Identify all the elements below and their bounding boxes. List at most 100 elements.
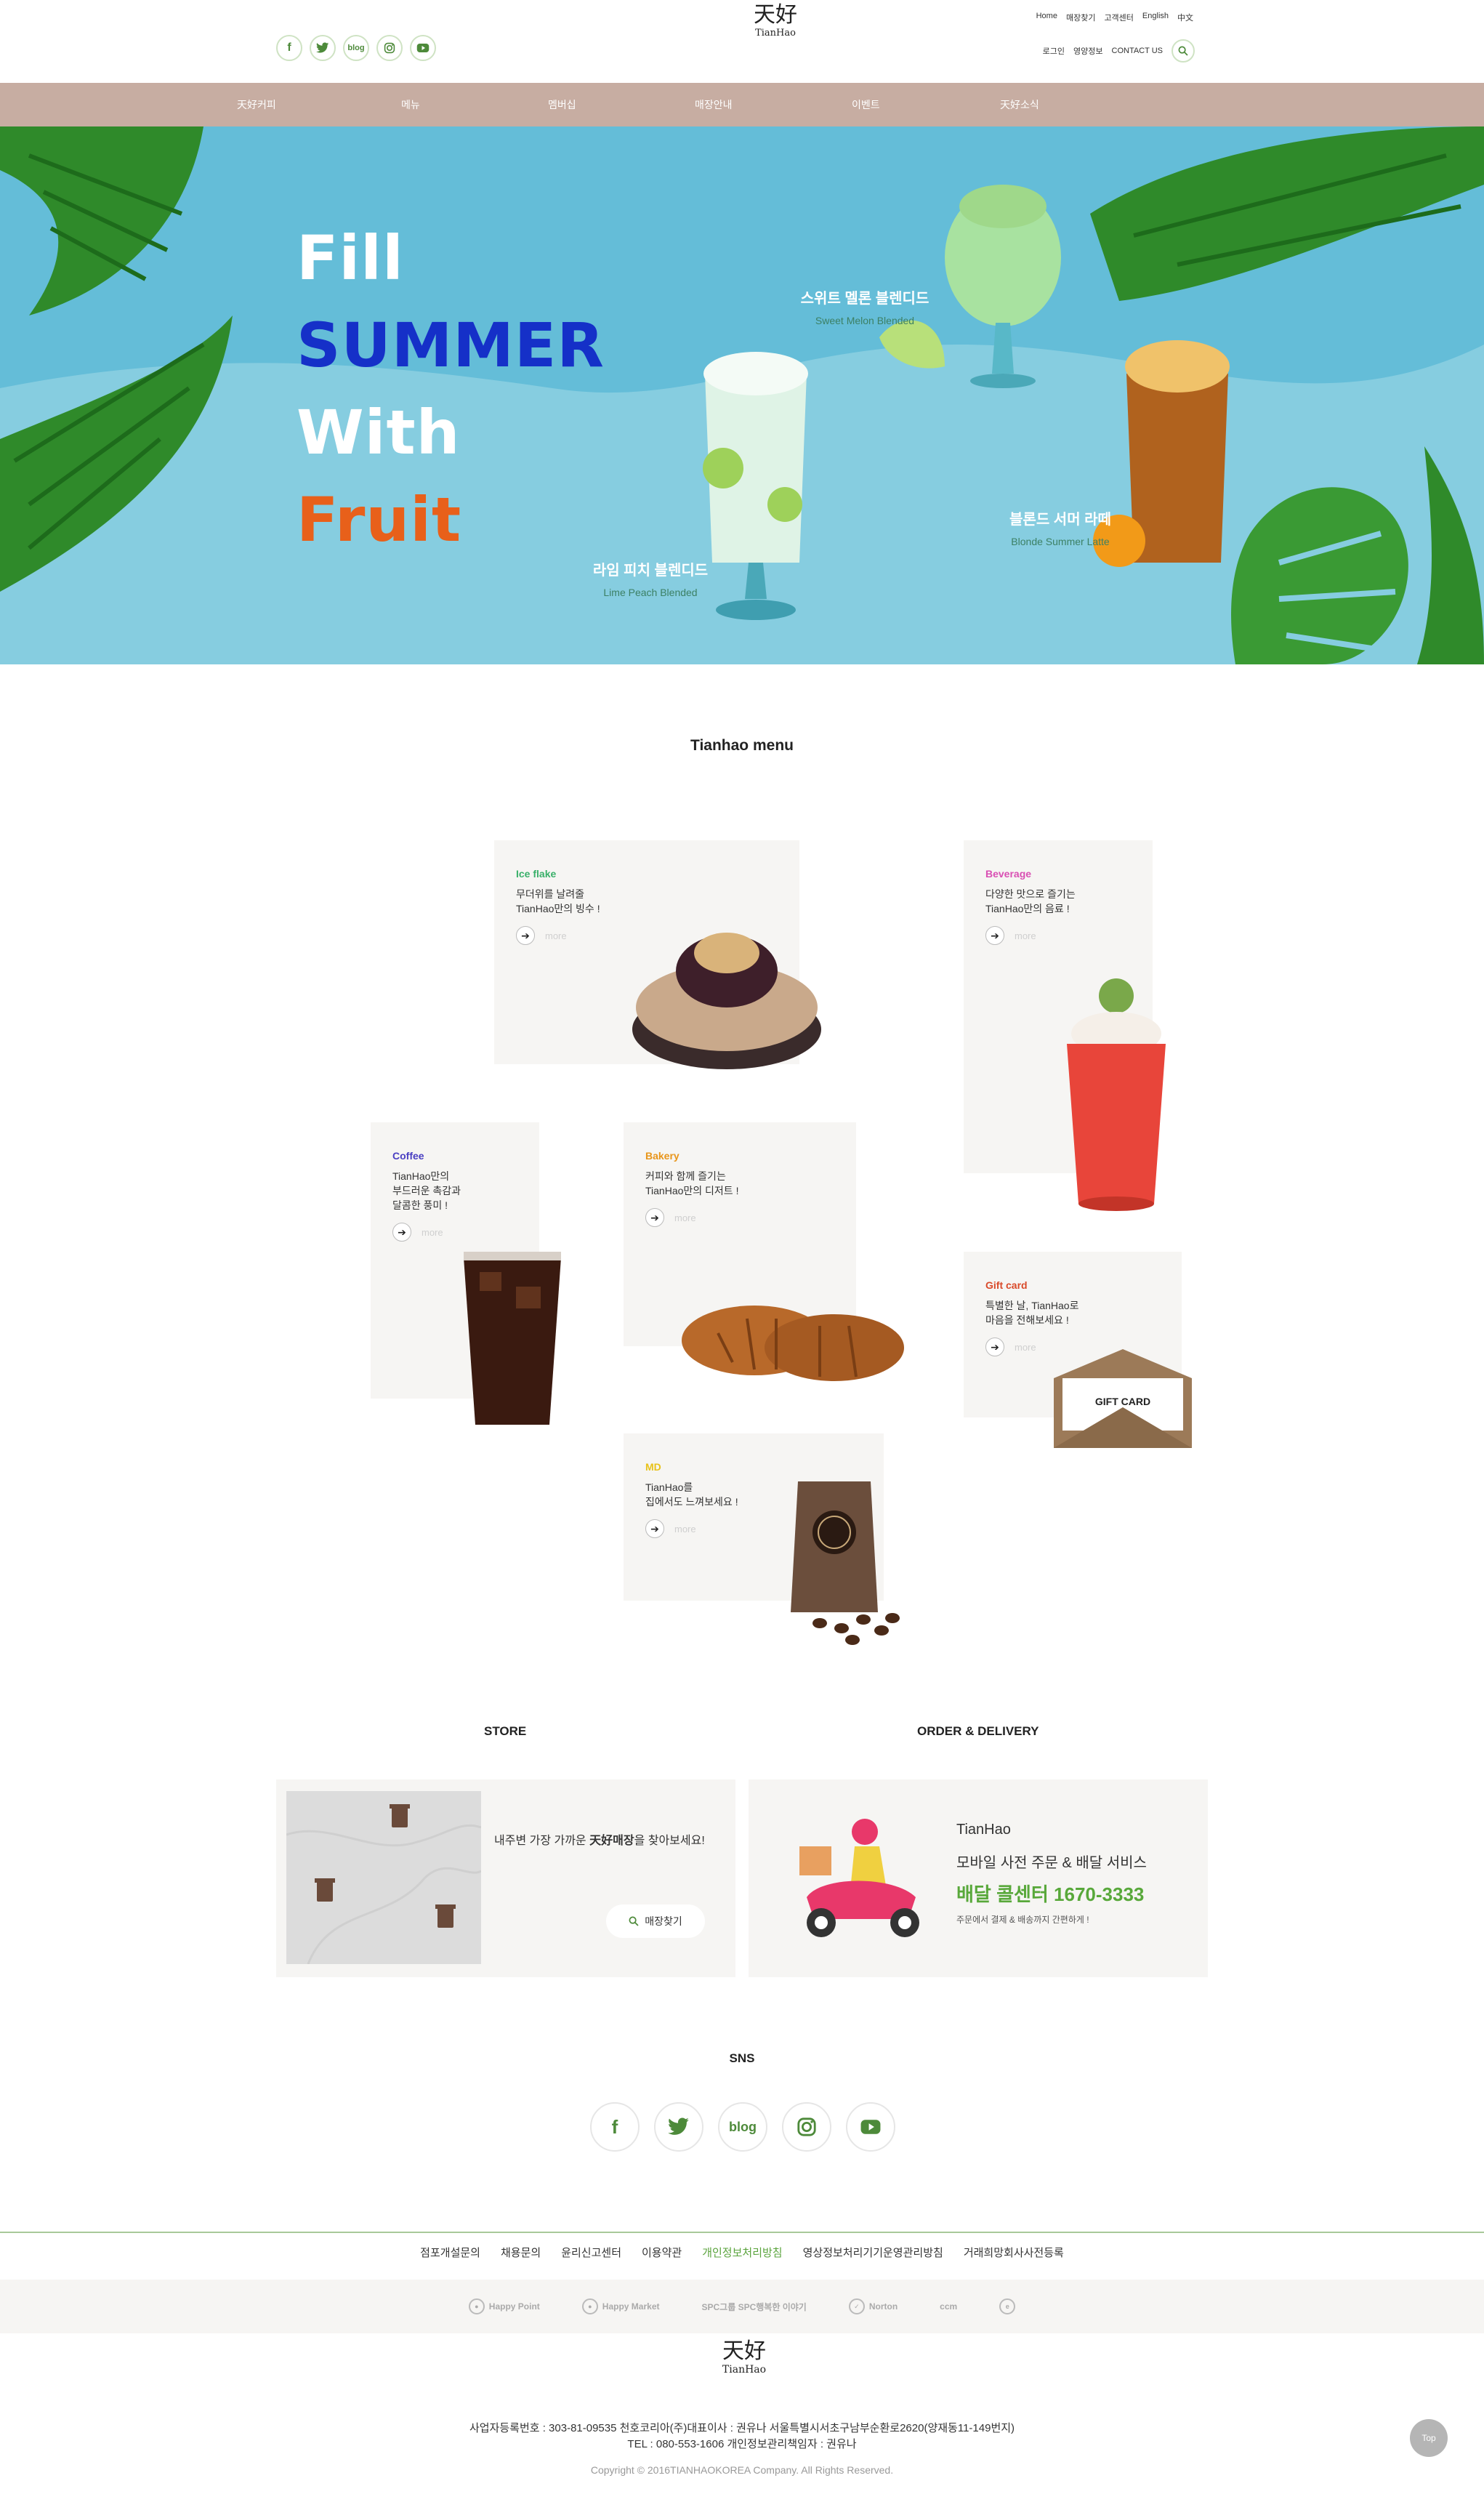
partner-logo[interactable]: ● Happy Point: [468, 2298, 540, 2314]
partner-logo[interactable]: SPC그룹 SPC행복한 이야기: [702, 2301, 807, 2313]
logo-name: TianHao: [722, 2364, 767, 2376]
delivery-scooter-image: [799, 1819, 919, 1937]
menu-card-md[interactable]: MD TianHao를 집에서도 느껴보세요 ! ➔ more: [624, 1433, 900, 1645]
blog-icon[interactable]: blog: [718, 2102, 767, 2152]
more-label: more: [674, 1523, 696, 1534]
facebook-icon[interactable]: f: [276, 35, 302, 61]
nav-item-news[interactable]: 天好소식: [1000, 83, 1039, 126]
instagram-icon[interactable]: [782, 2102, 831, 2152]
more-link[interactable]: ➔ more: [645, 1208, 696, 1227]
menu-card-ice-flake[interactable]: Ice flake 무더위를 날려줄 TianHao만의 빙수 ! ➔ more: [494, 840, 821, 1069]
more-label: more: [545, 930, 567, 941]
more-link[interactable]: ➔ more: [985, 1337, 1036, 1356]
menu-card-gift-card[interactable]: Gift card 특별한 날, TianHao로 마음을 전해보세요 ! ➔ …: [964, 1252, 1192, 1448]
util-english-link[interactable]: English: [1142, 12, 1169, 23]
hero-drink-label: 블론드 서머 라떼 Blonde Summer Latte: [984, 507, 1137, 547]
company-info: 사업자등록번호 : 303-81-09535 천호코리아(주)대표이사 : 권유…: [0, 2421, 1484, 2453]
card-description: TianHao를 집에서도 느껴보세요 !: [645, 1481, 738, 1508]
card-category: Beverage: [985, 868, 1032, 880]
coffee-bag-image: [791, 1481, 900, 1645]
footer-link-vendor[interactable]: 거래희망회사사전등록: [964, 2245, 1064, 2260]
drink-name-ko: 블론드 서머 라떼: [1009, 512, 1111, 528]
more-link[interactable]: ➔ more: [516, 926, 567, 945]
partner-logo[interactable]: ✓ Norton: [848, 2298, 898, 2314]
nav-item-coffee[interactable]: 天好커피: [237, 83, 276, 126]
partner-logo[interactable]: ccm: [940, 2301, 957, 2312]
hero-line-3: With: [297, 397, 461, 468]
cup-icon: [315, 1804, 456, 1928]
sns-links: f blog: [590, 2102, 895, 2152]
main-nav: 天好커피 메뉴 멤버십 매장안내 이벤트 天好소식: [0, 83, 1484, 126]
arrow-right-icon: ➔: [645, 1208, 664, 1227]
scroll-top-button[interactable]: Top: [1410, 2419, 1448, 2457]
company-info-line: 사업자등록번호 : 303-81-09535 천호코리아(주)대표이사 : 권유…: [469, 2422, 1015, 2434]
card-description: 커피와 함께 즐기는 TianHao만의 디저트 !: [645, 1170, 739, 1196]
site-logo[interactable]: 天好 TianHao: [743, 3, 808, 68]
more-link[interactable]: ➔ more: [645, 1519, 696, 1538]
find-store-button[interactable]: 매장찾기: [606, 1904, 705, 1938]
store-title: STORE: [484, 1724, 527, 1738]
drink-name-en: Blonde Summer Latte: [1011, 536, 1110, 547]
delivery-phone[interactable]: 배달 콜센터 1670-3333: [956, 1880, 1144, 1907]
hero-drink-label: 라임 피치 블렌디드 Lime Peach Blended: [574, 558, 727, 598]
search-icon: [629, 1916, 639, 1926]
more-link[interactable]: ➔ more: [985, 926, 1036, 945]
member-nav: 로그인 영양정보 CONTACT US: [1043, 39, 1195, 63]
search-button[interactable]: [1172, 39, 1195, 63]
drink-name-ko: 라임 피치 블렌디드: [592, 563, 709, 579]
youtube-icon[interactable]: [410, 35, 436, 61]
facebook-icon[interactable]: f: [590, 2102, 640, 2152]
twitter-icon[interactable]: [310, 35, 336, 61]
delivery-service: 모바일 사전 주문 & 배달 서비스: [956, 1855, 1147, 1871]
hero-banner[interactable]: Fill SUMMER With Fruit 스위트 멜론 블렌디드 Sweet…: [0, 126, 1484, 664]
card-description: 무더위를 날려줄 TianHao만의 빙수 !: [516, 888, 600, 914]
header-sns-links: f blog: [276, 35, 436, 61]
footer-link-franchise[interactable]: 점포개설문의: [420, 2245, 480, 2260]
login-link[interactable]: 로그인: [1043, 45, 1065, 57]
util-support-link[interactable]: 고객센터: [1104, 12, 1133, 23]
sns-section-title: SNS: [729, 2051, 755, 2065]
delivery-brand: TianHao: [956, 1822, 1011, 1838]
partner-logo[interactable]: e: [999, 2298, 1016, 2314]
arrow-right-icon: ➔: [392, 1223, 411, 1242]
nav-item-membership[interactable]: 멤버십: [548, 83, 576, 126]
footer-link-cctv[interactable]: 영상정보처리기기운영관리방침: [803, 2245, 943, 2260]
delivery-box[interactable]: TianHao 모바일 사전 주문 & 배달 서비스 배달 콜센터 1670-3…: [749, 1779, 1208, 1977]
footer-link-recruit[interactable]: 채용문의: [501, 2245, 541, 2260]
blog-icon[interactable]: blog: [343, 35, 369, 61]
footer-link-privacy[interactable]: 개인정보처리방침: [702, 2245, 782, 2260]
contact-link[interactable]: CONTACT US: [1112, 47, 1164, 55]
beverage-image: [1067, 978, 1166, 1211]
nav-item-events[interactable]: 이벤트: [852, 83, 880, 126]
partner-badge-icon: ●: [468, 2298, 485, 2314]
youtube-icon[interactable]: [846, 2102, 895, 2152]
partner-badge-icon: ●: [581, 2298, 598, 2314]
hero-line-4: Fruit: [297, 484, 462, 555]
arrow-right-icon: ➔: [645, 1519, 664, 1538]
card-category: Bakery: [645, 1150, 680, 1162]
twitter-icon[interactable]: [654, 2102, 703, 2152]
more-link[interactable]: ➔ more: [392, 1223, 443, 1242]
arrow-right-icon: ➔: [516, 926, 535, 945]
instagram-icon[interactable]: [376, 35, 403, 61]
nav-item-menu[interactable]: 메뉴: [401, 83, 420, 126]
partner-logo[interactable]: ● Happy Market: [581, 2298, 660, 2314]
footer-link-terms[interactable]: 이용약관: [642, 2245, 682, 2260]
footer-link-ethics[interactable]: 윤리신고센터: [561, 2245, 621, 2260]
nutrition-link[interactable]: 영양정보: [1073, 45, 1102, 57]
more-label: more: [1015, 930, 1036, 941]
menu-card-beverage[interactable]: Beverage 다양한 맛으로 즐기는 TianHao만의 음료 ! ➔ mo…: [964, 840, 1166, 1211]
store-finder-box: 내주변 가장 가까운 天好매장을 찾아보세요! 매장찾기: [276, 1779, 735, 1977]
utility-nav: Home 매장찾기 고객센터 English 中文: [1036, 12, 1193, 23]
util-chinese-link[interactable]: 中文: [1177, 12, 1193, 23]
store-map[interactable]: [286, 1791, 482, 1965]
nav-item-stores[interactable]: 매장안내: [695, 83, 733, 126]
croissant-image: [682, 1306, 904, 1381]
logo-hanja: 天好: [754, 2, 797, 28]
card-category: Coffee: [392, 1150, 424, 1162]
util-home-link[interactable]: Home: [1036, 12, 1057, 23]
menu-card-coffee[interactable]: Coffee TianHao만의 부드러운 촉감과 달콤한 풍미 ! ➔ mor…: [371, 1122, 561, 1425]
card-category: MD: [645, 1461, 661, 1473]
util-store-link[interactable]: 매장찾기: [1066, 12, 1095, 23]
menu-card-bakery[interactable]: Bakery 커피와 함께 즐기는 TianHao만의 디저트 ! ➔ more: [624, 1122, 904, 1381]
